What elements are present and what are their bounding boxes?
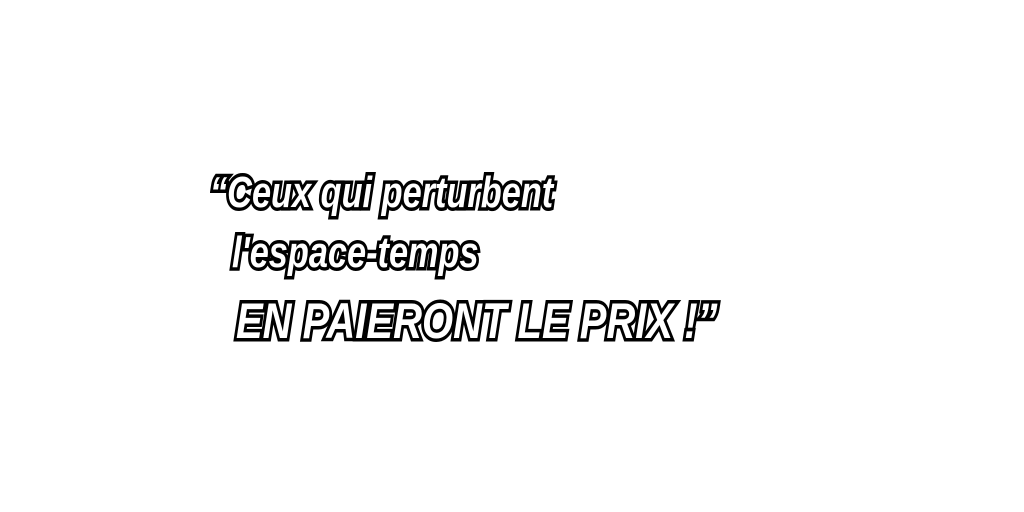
quote-line-2: l'espace-temps <box>229 225 481 281</box>
quote-line-3: EN PAIERONT LE PRIX !” <box>233 290 720 353</box>
quote-line-1: “Ceux qui perturbent <box>207 165 556 221</box>
quote-canvas: “Ceux qui perturbent l'espace-temps EN P… <box>0 0 1024 512</box>
